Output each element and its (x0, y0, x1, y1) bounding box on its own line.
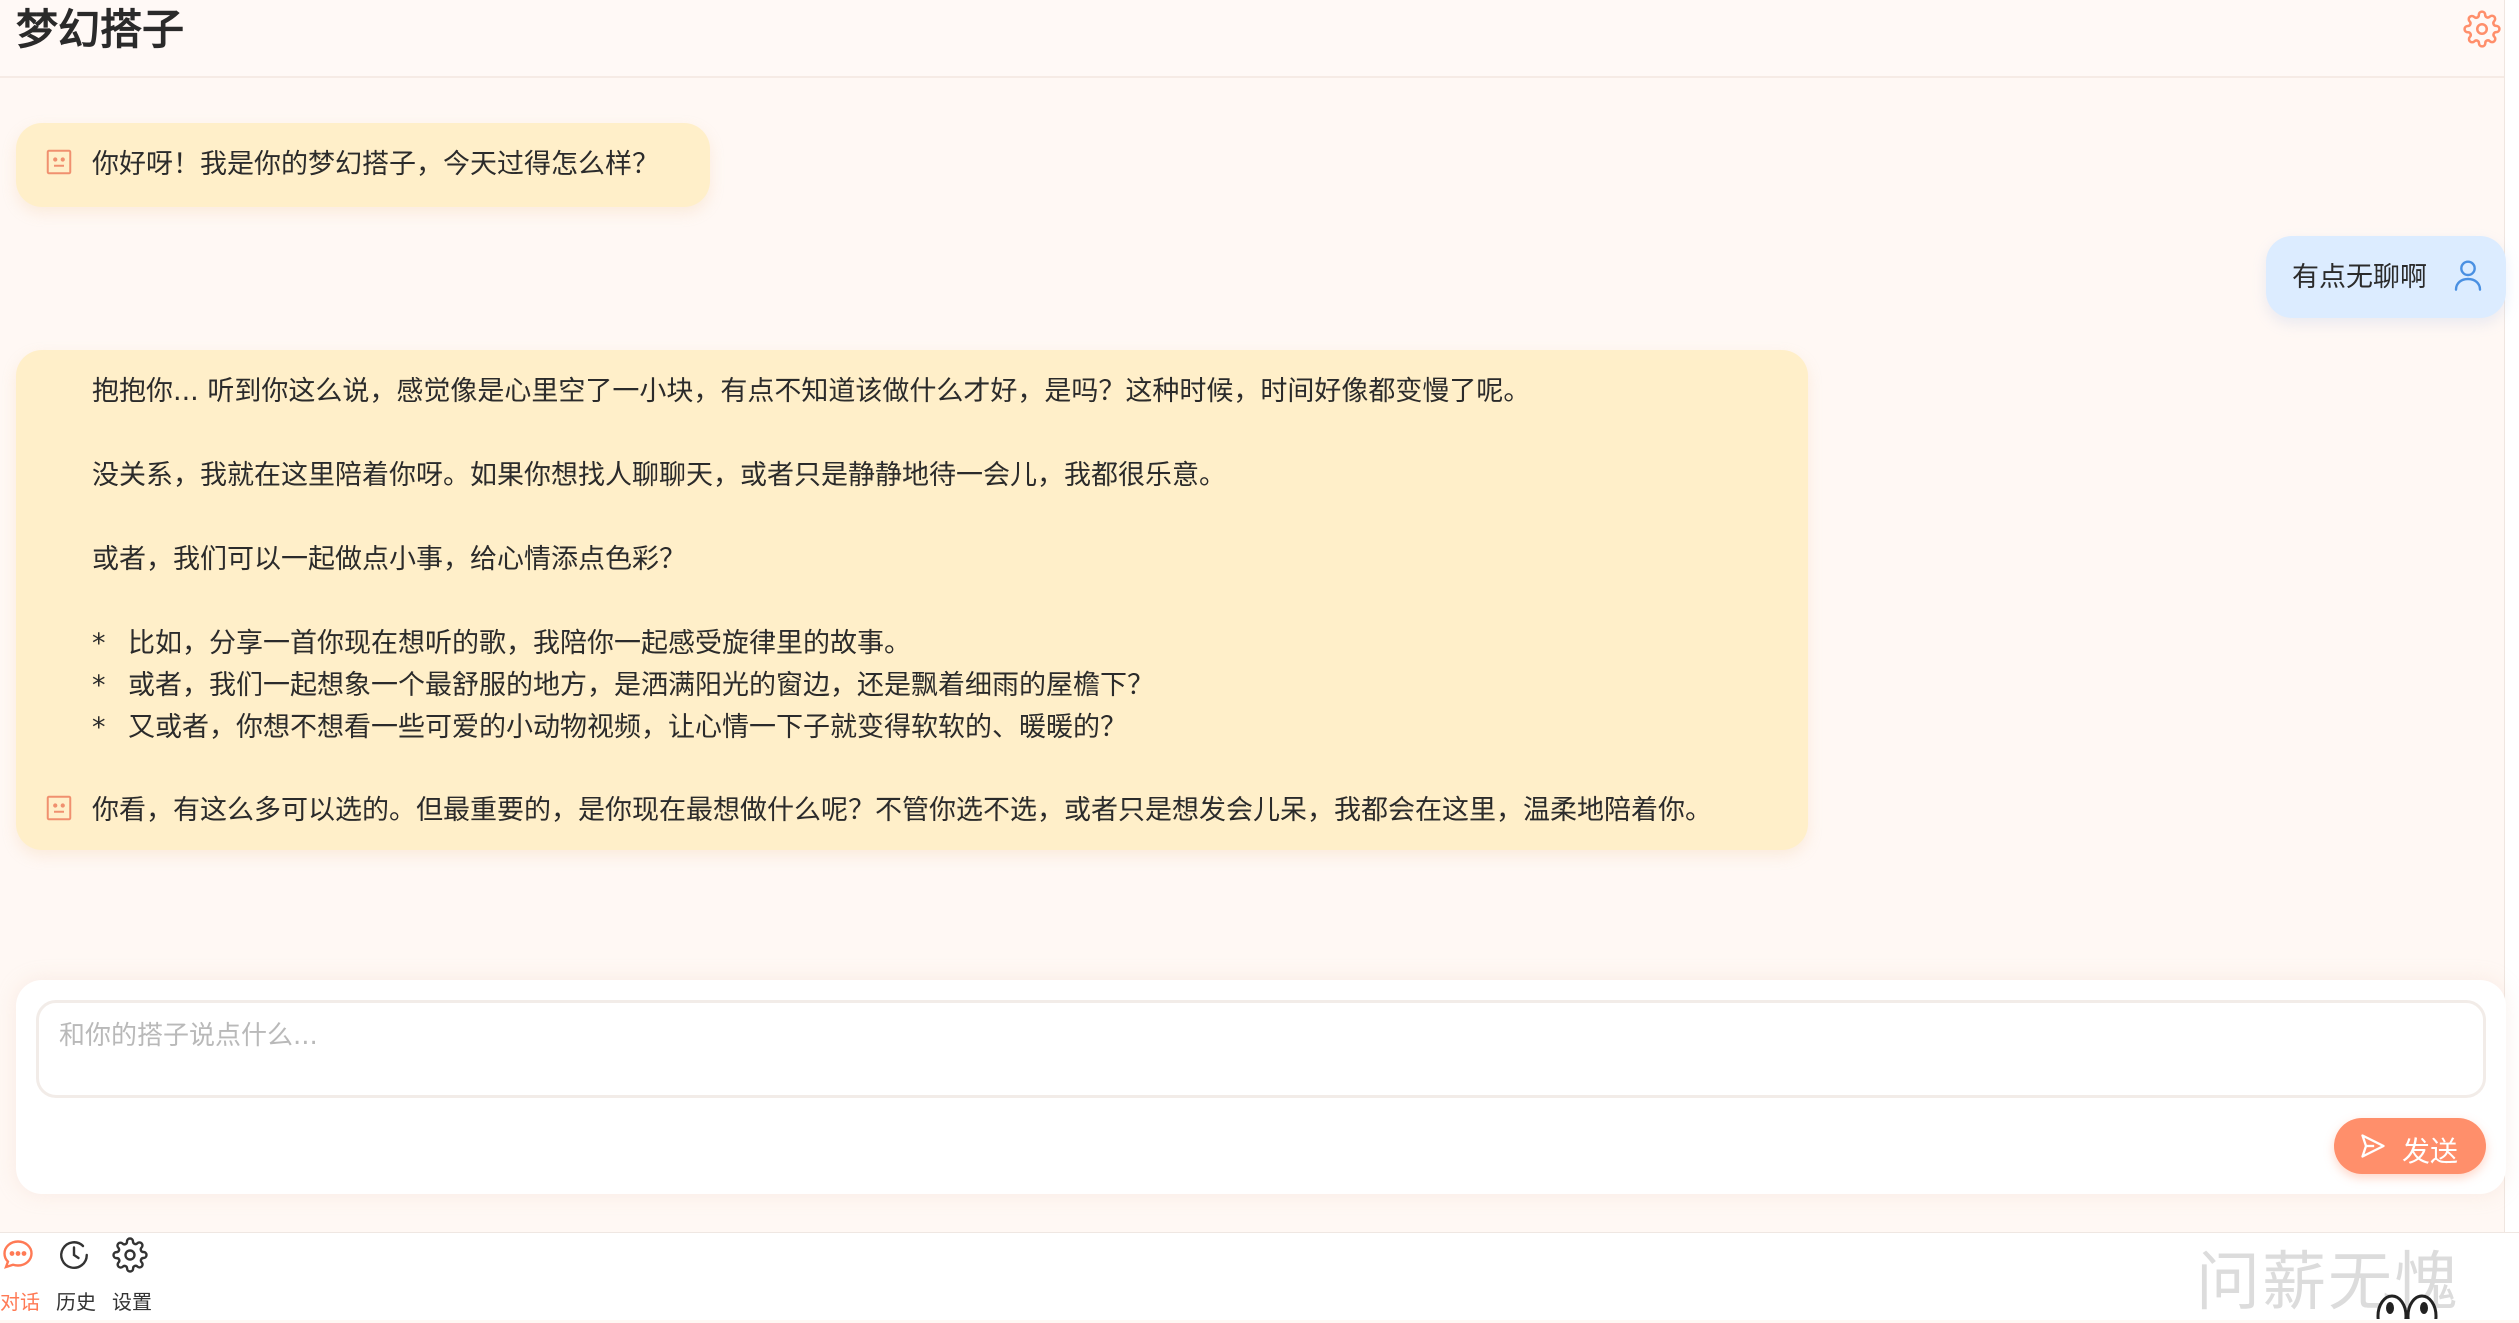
bot-reply-bullet: * 又或者，你想不想看一些可爱的小动物视频，让心情一下子就变得软软的、暖暖的？ (92, 707, 1127, 749)
scrollbar-track[interactable] (2504, 0, 2519, 1232)
bullet-text: 又或者，你想不想看一些可爱的小动物视频，让心情一下子就变得软软的、暖暖的？ (128, 712, 1127, 743)
bullet-text: 或者，我们一起想象一个最舒服的地方，是洒满阳光的窗边，还是飘着细雨的屋檐下？ (128, 670, 1154, 701)
user-icon (2454, 260, 2482, 291)
user-message-text: 有点无聊啊 (2292, 262, 2427, 293)
bot-reply-paragraph: 或者，我们可以一起做点小事，给心情添点色彩？ (92, 544, 686, 575)
user-message: 有点无聊啊 (2266, 236, 2506, 318)
bullet-marker: * (92, 670, 106, 701)
send-button-label: 发送 (2402, 1135, 2459, 1168)
clock-icon (60, 1241, 88, 1269)
bot-icon (46, 795, 72, 821)
chat-bubble-icon (3, 1240, 33, 1269)
nav-item-settings[interactable]: 设置 (112, 1233, 172, 1320)
nav-label: 设置 (112, 1290, 152, 1314)
bot-icon (46, 149, 72, 175)
nav-label: 历史 (56, 1290, 96, 1314)
bullet-marker: * (92, 628, 106, 659)
bot-reply-paragraph: 你看，有这么多可以选的。但最重要的，是你现在最想做什么呢？不管你选不选，或者只是… (92, 795, 1712, 826)
header-gear-icon[interactable] (2463, 10, 2501, 48)
send-icon (2361, 1134, 2385, 1158)
nav-item-history[interactable]: 历史 (56, 1233, 116, 1320)
bot-message: 抱抱你... 听到你这么说，感觉像是心里空了一小块，有点不知道该做什么才好，是吗… (16, 350, 1808, 850)
bullet-marker: * (92, 712, 106, 743)
bot-reply-paragraph: 抱抱你... 听到你这么说，感觉像是心里空了一小块，有点不知道该做什么才好，是吗… (92, 376, 1531, 407)
bot-message-text: 你好呀！我是你的梦幻搭子，今天过得怎么样？ (92, 149, 659, 180)
app-title: 梦幻搭子 (16, 5, 185, 54)
bullet-text: 比如，分享一首你现在想听的歌，我陪你一起感受旋律里的故事。 (128, 628, 911, 659)
nav-item-chat[interactable]: 对话 (0, 1233, 60, 1320)
app-header: 梦幻搭子 (0, 0, 2519, 78)
bottom-nav: 对话 历史 设置 问薪无愧 (0, 1232, 2519, 1320)
bot-reply-bullet: * 或者，我们一起想象一个最舒服的地方，是洒满阳光的窗边，还是飘着细雨的屋檐下？ (92, 665, 1154, 707)
bot-message: 你好呀！我是你的梦幻搭子，今天过得怎么样？ (16, 123, 710, 207)
bot-reply-paragraph: 没关系，我就在这里陪着你呀。如果你想找人聊聊天，或者只是静静地待一会儿，我都很乐… (92, 460, 1226, 491)
message-input[interactable] (36, 1000, 2486, 1098)
bot-reply-bullet: * 比如，分享一首你现在想听的歌，我陪你一起感受旋律里的故事。 (92, 623, 911, 665)
mascot-icon (2376, 1294, 2438, 1319)
gear-icon (112, 1237, 148, 1273)
message-composer: 发送 (16, 980, 2506, 1194)
nav-label: 对话 (0, 1290, 40, 1314)
send-button[interactable]: 发送 (2334, 1118, 2486, 1174)
